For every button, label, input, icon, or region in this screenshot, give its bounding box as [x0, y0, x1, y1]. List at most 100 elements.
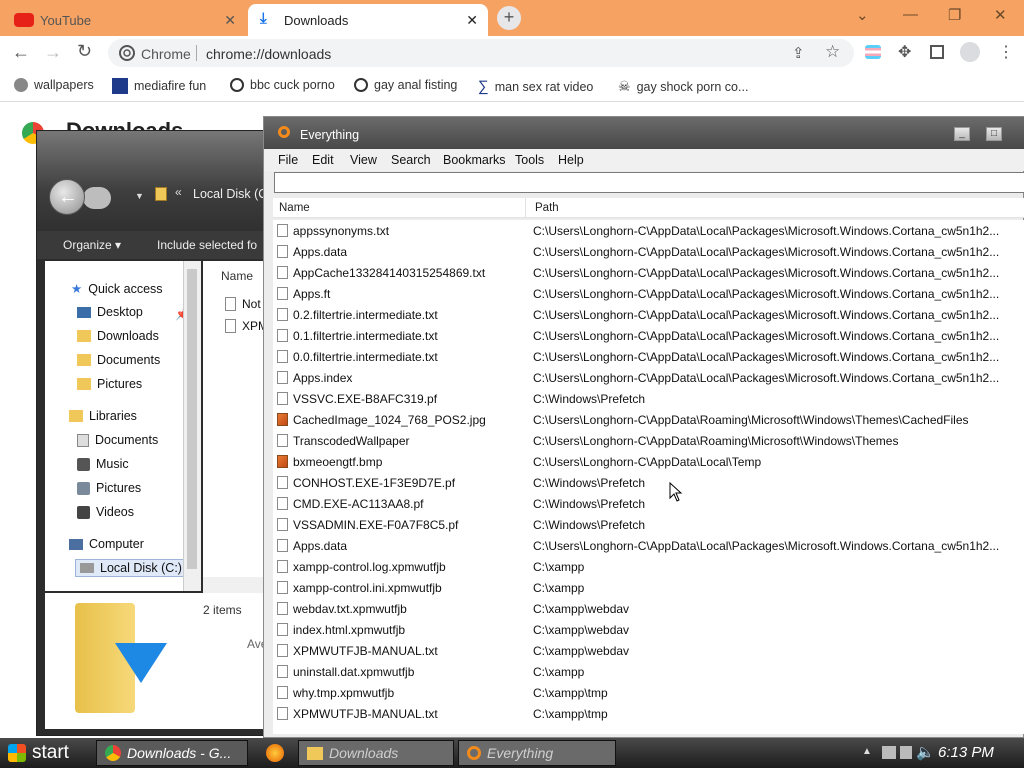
result-row[interactable]: Apps.data C:\Users\Longhorn-C\AppData\Loc… — [273, 535, 1024, 556]
result-row[interactable]: Apps.data C:\Users\Longhorn-C\AppData\Loc… — [273, 241, 1024, 262]
result-row[interactable]: XPMWUTFJB-MANUAL.txt C:\xampp\webdav — [273, 640, 1024, 661]
column-path[interactable]: Path — [535, 202, 559, 214]
nav-quick-access[interactable]: ★ Quick access — [71, 281, 163, 297]
network-icon[interactable] — [882, 746, 896, 759]
list-item[interactable]: XPM — [225, 319, 268, 333]
everything-titlebar[interactable]: Everything _ □ — [264, 117, 1024, 149]
bookmark-mediafire[interactable]: mediafire fun — [112, 78, 206, 94]
menu-bookmarks[interactable]: Bookmarks — [443, 153, 506, 167]
result-row[interactable]: uninstall.dat.xpmwutfjb C:\xampp — [273, 661, 1024, 682]
column-name-header[interactable]: Name — [221, 269, 253, 283]
dropdown-icon[interactable]: ▼ — [135, 191, 144, 201]
result-row[interactable]: index.html.xpmwutfjb C:\xampp\webdav — [273, 619, 1024, 640]
back-icon[interactable]: ← — [12, 42, 30, 63]
result-row[interactable]: TranscodedWallpaper C:\Users\Longhorn-C\A… — [273, 430, 1024, 451]
result-row[interactable]: CONHOST.EXE-1F3E9D7E.pf C:\Windows\Prefet… — [273, 472, 1024, 493]
restore-icon[interactable]: ❐ — [948, 6, 961, 24]
close-icon[interactable]: ✕ — [224, 12, 236, 29]
chevron-down-icon[interactable]: ⌄ — [856, 6, 869, 24]
maximize-button[interactable]: □ — [986, 127, 1002, 141]
search-input[interactable] — [274, 172, 1024, 193]
taskbar-explorer[interactable]: Downloads — [298, 740, 454, 766]
share-icon[interactable]: ⇪ — [792, 44, 805, 62]
result-row[interactable]: bxmeoengtf.bmp C:\Users\Longhorn-C\AppDat… — [273, 451, 1024, 472]
monitor-icon[interactable] — [900, 746, 912, 759]
star-icon[interactable]: ☆ — [825, 42, 840, 62]
url-text[interactable]: chrome://downloads — [206, 46, 331, 62]
volume-icon[interactable]: 🔈 — [916, 743, 935, 761]
reload-icon[interactable]: ↻ — [77, 41, 92, 62]
close-window-icon[interactable]: ✕ — [994, 6, 1007, 24]
nav-videos[interactable]: Videos — [77, 505, 134, 519]
nav-downloads[interactable]: Downloads — [77, 329, 159, 343]
nav-libraries[interactable]: Libraries — [69, 409, 137, 423]
column-divider[interactable] — [525, 198, 526, 218]
firefox-icon[interactable] — [266, 744, 284, 762]
organize-button[interactable]: Organize ▾ — [63, 238, 121, 252]
result-row[interactable]: xampp-control.ini.xpmwutfjb C:\xampp — [273, 577, 1024, 598]
list-item[interactable]: Not — [225, 297, 261, 311]
menu-view[interactable]: View — [350, 153, 377, 167]
result-row[interactable]: AppCache133284140315254869.txt C:\Users\L… — [273, 262, 1024, 283]
bookmark-shock[interactable]: ☠ gay shock porn co... — [618, 78, 748, 95]
scroll-thumb[interactable] — [187, 269, 197, 569]
result-row[interactable]: webdav.txt.xpmwutfjb C:\xampp\webdav — [273, 598, 1024, 619]
result-row[interactable]: VSSVC.EXE-B8AFC319.pf C:\Windows\Prefetch — [273, 388, 1024, 409]
nav-lib-pictures[interactable]: Pictures — [77, 481, 141, 495]
result-row[interactable]: appssynonyms.txt C:\Users\Longhorn-C\AppD… — [273, 220, 1024, 241]
nav-lib-documents[interactable]: Documents — [77, 433, 158, 447]
column-name[interactable]: Name — [279, 202, 310, 214]
flag-icon[interactable] — [865, 45, 881, 59]
nav-documents[interactable]: Documents — [77, 353, 160, 367]
menu-file[interactable]: File — [278, 153, 298, 167]
nav-scrollbar[interactable] — [183, 261, 201, 591]
nav-pictures[interactable]: Pictures — [77, 377, 142, 391]
result-row[interactable]: XPMWUTFJB-MANUAL.txt C:\xampp\tmp — [273, 703, 1024, 724]
result-row[interactable]: xampp-control.log.xpmwutfjb C:\xampp — [273, 556, 1024, 577]
profile-icon[interactable] — [960, 42, 980, 62]
tray-arrow-icon[interactable]: ▲ — [862, 746, 872, 757]
result-row[interactable]: 0.2.filtertrie.intermediate.txt C:\Users\… — [273, 304, 1024, 325]
close-icon[interactable]: ✕ — [466, 12, 478, 29]
minimize-button[interactable]: _ — [954, 127, 970, 141]
menu-tools[interactable]: Tools — [515, 153, 544, 167]
bookmark-gay-anal[interactable]: gay anal fisting — [354, 78, 457, 92]
clock[interactable]: 6:13 PM — [938, 744, 994, 761]
back-button[interactable]: ← — [49, 179, 85, 215]
forward-button[interactable] — [83, 187, 111, 209]
result-row[interactable]: why.tmp.xpmwutfjb C:\xampp\tmp — [273, 682, 1024, 703]
tab-youtube[interactable]: YouTube ✕ — [0, 4, 246, 36]
result-row[interactable]: Apps.ft C:\Users\Longhorn-C\AppData\Local… — [273, 283, 1024, 304]
menu-edit[interactable]: Edit — [312, 153, 334, 167]
forward-icon[interactable]: → — [44, 42, 62, 63]
result-name: CMD.EXE-AC113AA8.pf — [293, 497, 424, 511]
address-bar[interactable]: Chrome chrome://downloads — [108, 39, 854, 67]
include-button[interactable]: Include selected fo — [157, 238, 257, 252]
start-button[interactable]: start — [0, 738, 90, 768]
nav-music[interactable]: Music — [77, 457, 129, 471]
menu-help[interactable]: Help — [558, 153, 584, 167]
result-row[interactable]: CachedImage_1024_768_POS2.jpg C:\Users\Lo… — [273, 409, 1024, 430]
nav-desktop[interactable]: Desktop — [77, 305, 143, 319]
extensions-icon[interactable]: ✥ — [898, 42, 911, 62]
menu-search[interactable]: Search — [391, 153, 431, 167]
tab-downloads[interactable]: ⤓ Downloads ✕ — [248, 4, 488, 36]
taskbar-everything[interactable]: Everything — [458, 740, 616, 766]
result-row[interactable]: 0.1.filtertrie.intermediate.txt C:\Users\… — [273, 325, 1024, 346]
result-row[interactable]: Apps.index C:\Users\Longhorn-C\AppData\Lo… — [273, 367, 1024, 388]
results-list: appssynonyms.txt C:\Users\Longhorn-C\AppD… — [273, 220, 1024, 734]
bookmark-bbc[interactable]: bbc cuck porno — [230, 78, 335, 92]
result-row[interactable]: 0.0.filtertrie.intermediate.txt C:\Users\… — [273, 346, 1024, 367]
nav-computer[interactable]: Computer — [69, 537, 144, 551]
bookmark-rat-video[interactable]: ∑ man sex rat video — [478, 78, 593, 95]
taskbar-chrome[interactable]: Downloads - G... — [96, 740, 248, 766]
bookmark-wallpapers[interactable]: wallpapers — [14, 78, 94, 92]
minimize-icon[interactable]: — — [903, 6, 918, 23]
new-tab-button[interactable]: + — [497, 6, 521, 30]
sidepanel-icon[interactable] — [930, 45, 944, 59]
explorer-address[interactable]: Local Disk (C — [193, 187, 267, 201]
result-row[interactable]: VSSADMIN.EXE-F0A7F8C5.pf C:\Windows\Prefe… — [273, 514, 1024, 535]
result-row[interactable]: CMD.EXE-AC113AA8.pf C:\Windows\Prefetch — [273, 493, 1024, 514]
nav-local-disk[interactable]: Local Disk (C:) — [75, 559, 187, 577]
menu-icon[interactable]: ⋮ — [998, 42, 1014, 62]
